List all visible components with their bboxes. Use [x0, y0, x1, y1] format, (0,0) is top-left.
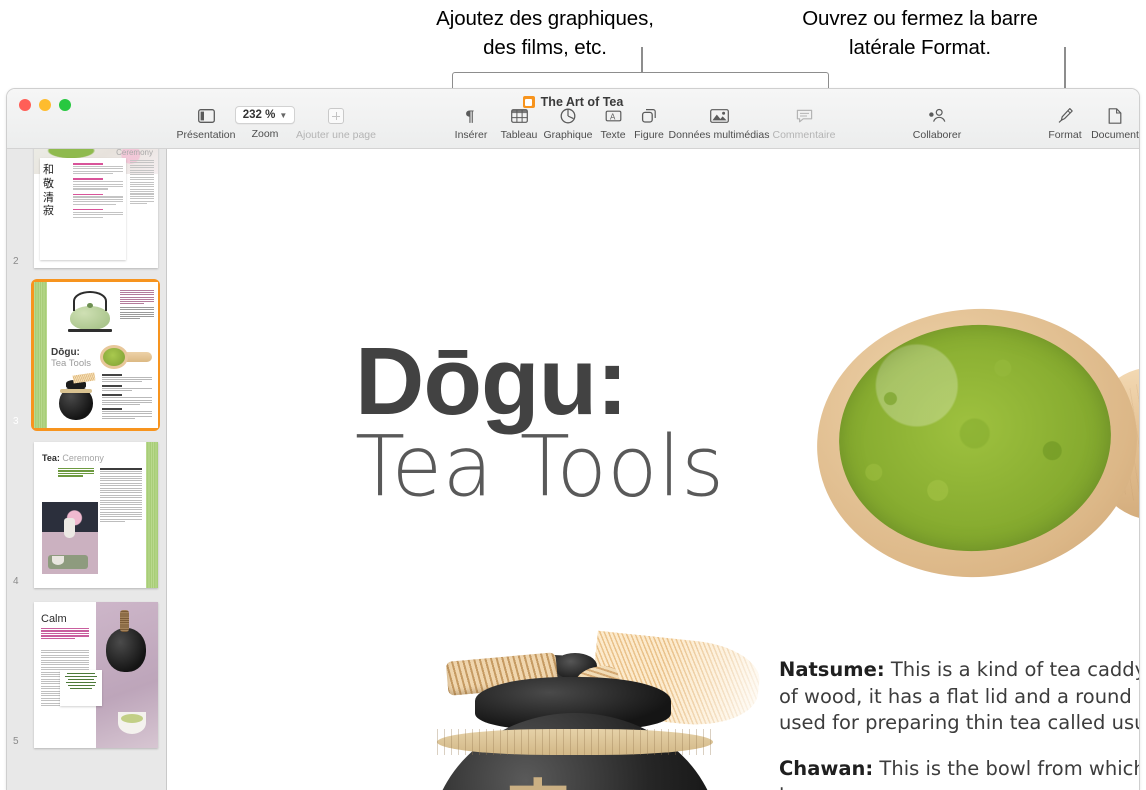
- thumbnail-canvas: Dōgu: Tea Tools: [34, 282, 158, 428]
- green-text-lines: [58, 468, 94, 478]
- document-canvas[interactable]: Dōgu: Tea Tools Natsume: This is a kind …: [167, 149, 1139, 790]
- add-page-label: Ajouter une page: [296, 129, 376, 141]
- thumbnail-page-5[interactable]: 5 Calm: [7, 595, 166, 755]
- document-button[interactable]: Document: [1069, 106, 1139, 141]
- paragraph-chawan: Chawan: This is the bowl from which gues…: [779, 756, 1139, 790]
- matcha-spoon-image[interactable]: [808, 298, 1139, 601]
- thumbnail-canvas: Calm: [34, 602, 158, 748]
- document-page-icon: [1108, 106, 1122, 125]
- green-bamboo-strip: [146, 442, 158, 588]
- thumbnail-title: Calm: [41, 613, 67, 625]
- kanji-column: 和敬清寂: [43, 163, 54, 218]
- collaborate-button[interactable]: Collaborer: [891, 106, 983, 141]
- document-page[interactable]: Dōgu: Tea Tools Natsume: This is a kind …: [167, 149, 1139, 790]
- term-natsume: Natsume:: [779, 658, 885, 681]
- speech-bubble-icon: [796, 106, 813, 125]
- tea-setting-photo: [42, 502, 98, 574]
- add-page-button[interactable]: Ajouter une page: [290, 106, 382, 141]
- page-body-text[interactable]: Natsume: This is a kind of tea caddy. Of…: [779, 657, 1139, 790]
- thumbnail-canvas: Tea: Ceremony: [34, 442, 158, 588]
- caddy-kanji-1: 幸: [499, 779, 577, 790]
- callout-format-text: Ouvrez ou fermez la barre latérale Forma…: [802, 7, 1038, 59]
- thumbnail-title: Dōgu: Tea Tools: [51, 347, 91, 369]
- thumbnail-card: 和敬清寂: [40, 158, 126, 260]
- media-label: Données multimédias: [668, 129, 770, 141]
- right-text-lines: [100, 468, 142, 523]
- tea-caddy-image[interactable]: 幸 無: [425, 601, 770, 790]
- sidebar-panel-icon: [197, 106, 215, 125]
- zoom-label: Zoom: [251, 128, 279, 140]
- thumbnail-number: 2: [13, 256, 19, 267]
- collaborate-label: Collaborer: [912, 129, 962, 141]
- pull-quote-box: [60, 670, 102, 706]
- right-column-lines: [130, 160, 154, 205]
- plus-square-icon: [328, 106, 344, 125]
- thumbnail-number: 3: [13, 416, 19, 427]
- tea-caddy-photo: [56, 372, 96, 420]
- page-thumbnail-sidebar[interactable]: 2 Japanese Tea Ceremony 和敬清寂: [7, 149, 167, 790]
- person-add-icon: [928, 106, 946, 125]
- photo-icon: [709, 106, 729, 125]
- comment-label: Commentaire: [772, 129, 836, 141]
- thumbnail-frame: Japanese Tea Ceremony 和敬清寂: [31, 149, 160, 271]
- callout-media-stem: [641, 47, 643, 73]
- thumbnail-number: 4: [13, 576, 19, 587]
- thumbnail-page-4[interactable]: 4 Tea: Ceremony: [7, 435, 166, 595]
- toolbar: The Art of Tea Présentation 232 % ▼ Zoom…: [7, 89, 1139, 149]
- paragraph-natsume: Natsume: This is a kind of tea caddy. Of…: [779, 657, 1139, 737]
- screenshot-root: Ajoutez des graphiques, des films, etc. …: [0, 0, 1146, 790]
- chevron-down-icon: ▼: [279, 110, 288, 120]
- pages-app-window: The Art of Tea Présentation 232 % ▼ Zoom…: [6, 88, 1140, 790]
- term-chawan: Chawan:: [779, 756, 874, 780]
- thumbnail-frame-selected: Dōgu: Tea Tools: [31, 279, 160, 431]
- text-lines: [72, 158, 126, 260]
- callout-format-leader-line: [1064, 47, 1066, 90]
- thumbnail-canvas: Japanese Tea Ceremony 和敬清寂: [34, 149, 158, 268]
- page-title-secondary: Tea Tools: [355, 418, 725, 516]
- definitions-lines: [102, 374, 152, 420]
- thumbnail-title: Tea: Ceremony: [42, 453, 104, 463]
- thumbnail-title: Japanese Tea Ceremony: [116, 149, 153, 157]
- thumbnail-frame: Tea: Ceremony: [31, 439, 160, 591]
- thumbnail-page-2[interactable]: 2 Japanese Tea Ceremony 和敬清寂: [7, 149, 166, 275]
- callout-media-bracket: [452, 72, 829, 88]
- teapot-photo: [64, 290, 116, 334]
- comment-button[interactable]: Commentaire: [758, 106, 850, 141]
- thumbnail-number: 5: [13, 736, 19, 747]
- intro-paragraph-lines: [120, 290, 154, 320]
- matcha-spoon-photo: [100, 344, 152, 370]
- zoom-value: 232 %: [242, 109, 276, 121]
- thumbnail-frame: Calm: [31, 599, 160, 751]
- document-label: Document: [1091, 129, 1139, 141]
- page-title-primary: Dōgu:: [355, 328, 628, 435]
- green-bamboo-strip: [34, 282, 47, 428]
- zoom-dropdown[interactable]: 232 % ▼: [234, 106, 296, 124]
- thumbnail-page-3[interactable]: 3 Dōgu: Tea Tools: [7, 275, 166, 435]
- window-body: 2 Japanese Tea Ceremony 和敬清寂: [7, 149, 1139, 790]
- kettle-photo: [96, 602, 158, 748]
- page-title[interactable]: Dōgu: Tea Tools: [355, 328, 725, 516]
- pink-text-lines: [41, 628, 89, 640]
